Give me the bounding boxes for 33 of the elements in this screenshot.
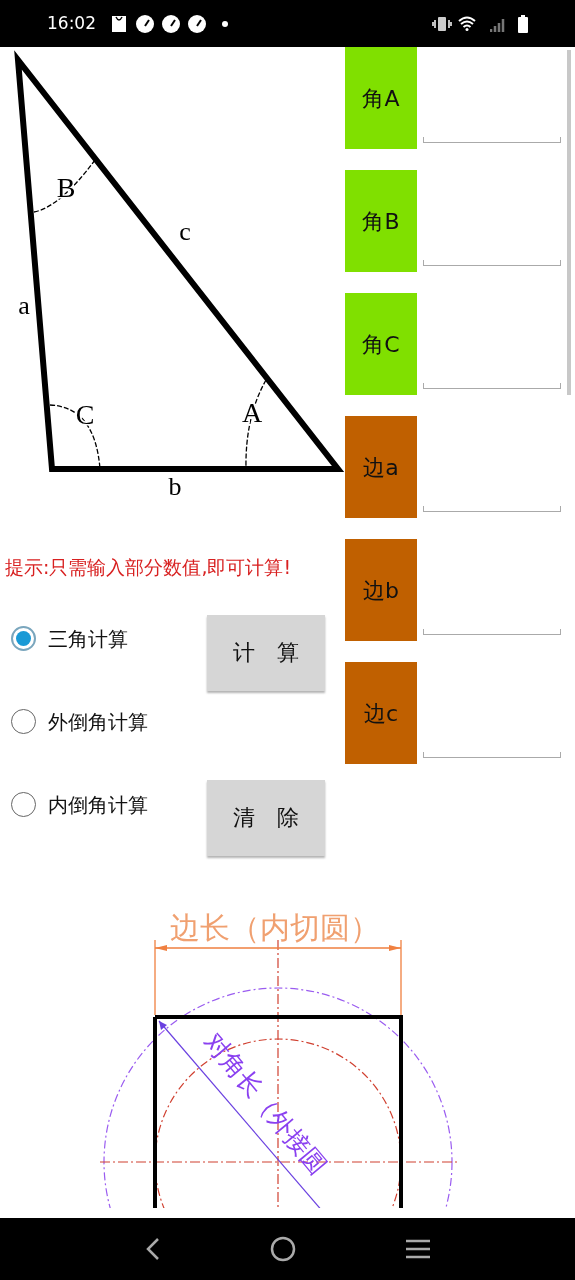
menu-icon[interactable] [404,1238,431,1260]
angle-label: B [56,172,76,203]
field-label: 角C [345,293,417,395]
side-label: b [168,472,182,501]
field-label: 边c [345,662,417,764]
radio-label[interactable]: 内倒角计算 [48,789,148,820]
angle-label: C [75,399,95,430]
battery-icon [518,14,528,33]
back-icon[interactable] [144,1237,161,1261]
field-label: 边a [345,416,417,518]
gauge-icon [162,14,180,33]
action-button[interactable]: 清 除 [207,779,325,856]
hint-text: 提示:只需输入部分数值,即可计算! [5,555,293,580]
radio-label[interactable]: 三角计算 [48,623,128,654]
radio-button[interactable] [11,626,36,651]
home-icon[interactable] [269,1236,296,1262]
angle-label: A [241,397,263,428]
field-label: 边b [345,539,417,641]
gauge-icon [136,14,154,33]
status-time: 16:02 [47,11,96,35]
action-button[interactable]: 计 算 [207,614,325,691]
diagonal-label: 对角长（外接圆 [198,1026,334,1180]
side-label: a [18,291,30,320]
radio-label[interactable]: 外倒角计算 [48,706,148,737]
vibrate-icon [432,15,452,32]
dot-icon [222,20,228,27]
side-label: c [179,217,191,246]
gauge-icon [188,14,206,33]
field-label: 角A [345,47,417,149]
field-label: 角B [345,170,417,272]
shopping-bag-icon [110,14,128,33]
side-length-label: 边长（内切圆） [170,909,380,945]
wifi-icon [458,15,476,32]
